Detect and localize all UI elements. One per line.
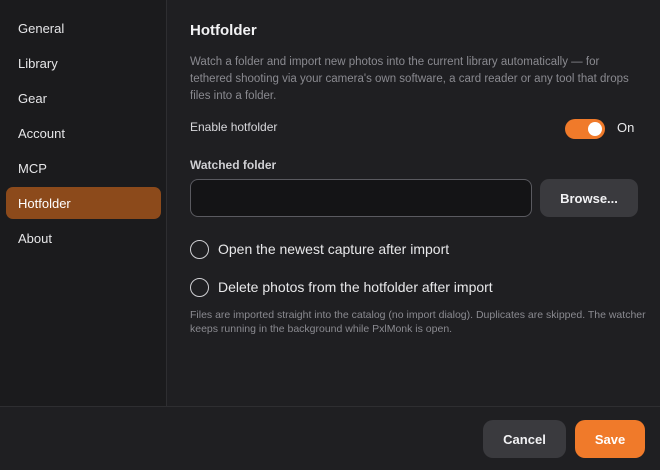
settings-sidebar: General Library Gear Account MCP Hotfold… xyxy=(0,0,167,406)
watched-folder-label: Watched folder xyxy=(190,158,277,172)
import-footnote: Files are imported straight into the cat… xyxy=(190,309,646,335)
dialog-footer: Cancel Save xyxy=(0,406,660,470)
delete-after-import-label: Delete photos from the hotfolder after i… xyxy=(218,279,493,295)
open-newest-capture-radio[interactable] xyxy=(190,239,209,259)
toggle-state-label: On xyxy=(617,120,635,135)
page-title: Hotfolder xyxy=(190,22,257,39)
sidebar-item-library[interactable]: Library xyxy=(6,47,161,79)
page-description: Watch a folder and import new photos int… xyxy=(190,56,629,102)
hotfolder-settings-panel: Hotfolder Watch a folder and import new … xyxy=(168,0,660,406)
delete-after-import-option[interactable]: Delete photos from the hotfolder after i… xyxy=(190,276,493,298)
watched-folder-input[interactable] xyxy=(190,179,532,217)
settings-window: General Library Gear Account MCP Hotfold… xyxy=(0,0,660,470)
sidebar-item-about[interactable]: About xyxy=(6,222,161,254)
sidebar-item-gear[interactable]: Gear xyxy=(6,82,161,114)
sidebar-item-account[interactable]: Account xyxy=(6,117,161,149)
save-button[interactable]: Save xyxy=(575,420,645,458)
open-newest-capture-option[interactable]: Open the newest capture after import xyxy=(190,238,449,260)
open-newest-capture-label: Open the newest capture after import xyxy=(218,241,450,257)
delete-after-import-radio[interactable] xyxy=(190,277,209,297)
toggle-knob xyxy=(588,122,602,136)
sidebar-item-hotfolder[interactable]: Hotfolder xyxy=(6,187,161,219)
sidebar-item-general[interactable]: General xyxy=(6,12,161,44)
enable-hotfolder-toggle[interactable] xyxy=(565,119,605,139)
cancel-button[interactable]: Cancel xyxy=(483,420,566,458)
enable-hotfolder-label: Enable hotfolder xyxy=(190,120,278,134)
sidebar-item-mcp[interactable]: MCP xyxy=(6,152,161,184)
browse-button[interactable]: Browse... xyxy=(540,179,638,217)
